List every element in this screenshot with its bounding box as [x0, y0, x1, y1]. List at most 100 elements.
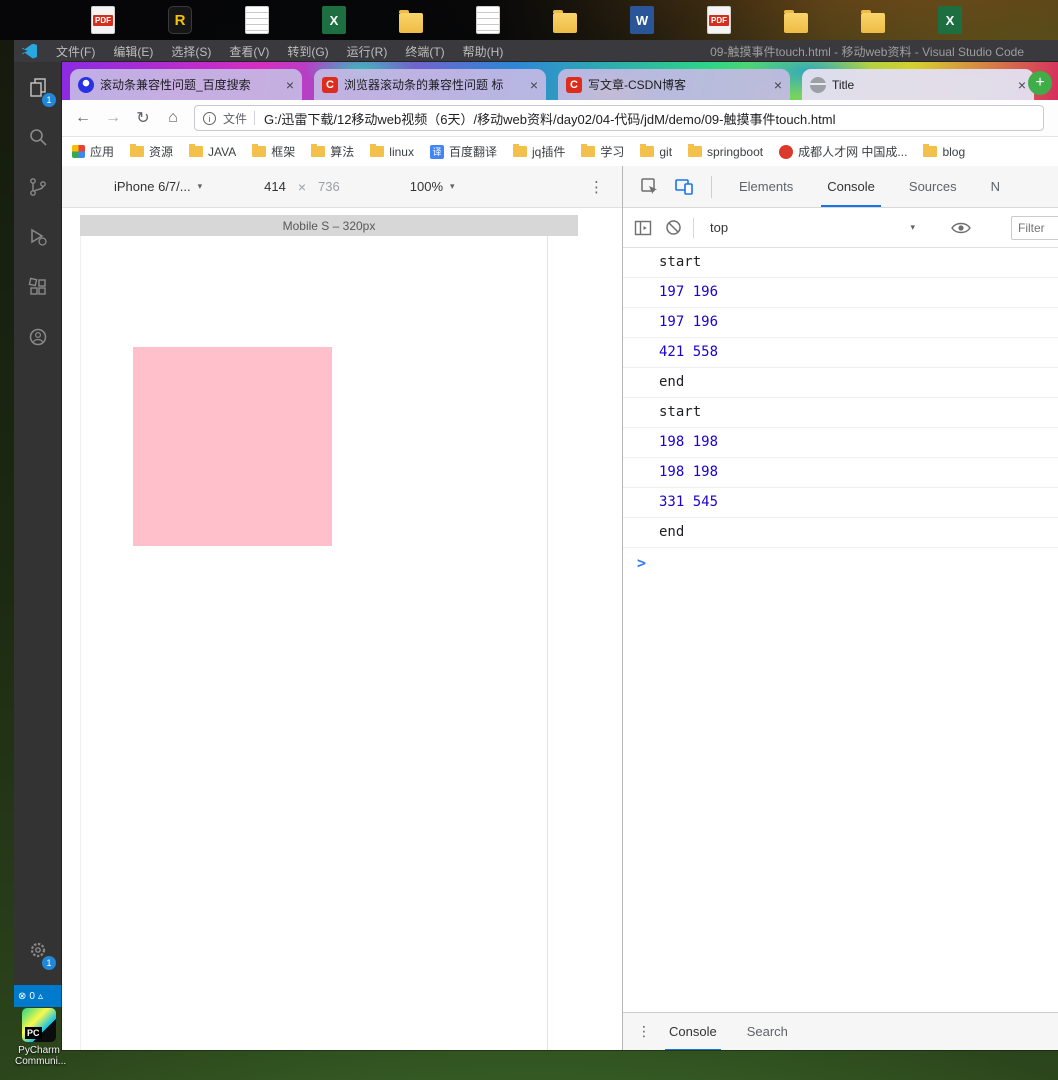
- search-button[interactable]: [14, 112, 62, 162]
- folder-icon: [513, 144, 527, 157]
- desktop-icon[interactable]: W: [627, 4, 657, 36]
- desktop-icon[interactable]: [242, 4, 272, 36]
- word-file-icon: W: [630, 6, 654, 34]
- responsive-ruler[interactable]: Mobile S – 320px: [80, 215, 578, 236]
- inspect-element-button[interactable]: [633, 177, 667, 197]
- menu-file[interactable]: 文件(F): [56, 43, 95, 60]
- tab-close-icon[interactable]: ×: [1018, 78, 1026, 92]
- desktop-icon[interactable]: X: [935, 4, 965, 36]
- console-filter-input[interactable]: [1011, 215, 1058, 240]
- inspect-icon: [641, 177, 657, 194]
- dimensions-times-icon: ×: [297, 178, 307, 195]
- desktop-icon[interactable]: PDF: [704, 4, 734, 36]
- folder-icon: [189, 144, 204, 157]
- source-control-button[interactable]: [14, 162, 62, 212]
- bookmark-item[interactable]: git: [640, 144, 672, 159]
- more-options-icon[interactable]: ⋮: [589, 178, 604, 196]
- menu-terminal[interactable]: 终端(T): [405, 43, 444, 60]
- folder-icon: [553, 10, 577, 33]
- vscode-statusbar[interactable]: ⊗ 0 ▵: [14, 985, 62, 1007]
- menu-edit[interactable]: 编辑(E): [113, 43, 153, 60]
- device-toolbar-toggle[interactable]: [667, 177, 701, 197]
- bookmark-translate[interactable]: 译百度翻译: [429, 143, 497, 160]
- tab-console[interactable]: Console: [821, 166, 881, 207]
- desktop-icon[interactable]: [550, 4, 580, 36]
- console-sidebar-toggle[interactable]: [633, 219, 653, 237]
- tab-close-icon[interactable]: ×: [286, 78, 294, 92]
- drawer-menu-icon[interactable]: ⋮: [637, 1023, 651, 1040]
- bookmark-item[interactable]: blog: [923, 144, 965, 159]
- menu-selection[interactable]: 选择(S): [171, 43, 211, 60]
- device-height-field[interactable]: 736: [318, 179, 340, 194]
- back-button[interactable]: ←: [68, 109, 98, 127]
- browser-tab-csdn-question[interactable]: C 浏览器滚动条的兼容性问题 标 ×: [314, 69, 546, 100]
- browser-tab-baidu[interactable]: 滚动条兼容性问题_百度搜索 ×: [70, 69, 302, 100]
- bookmark-item[interactable]: jq插件: [513, 143, 565, 160]
- desktop-icon[interactable]: X: [319, 4, 349, 36]
- drawer-tab-console[interactable]: Console: [665, 1013, 721, 1050]
- new-tab-button[interactable]: +: [1028, 71, 1052, 95]
- home-button[interactable]: ⌂: [158, 109, 188, 127]
- explorer-button[interactable]: 1: [14, 62, 62, 112]
- csdn-favicon: C: [322, 76, 338, 93]
- create-live-expression-button[interactable]: [951, 221, 971, 235]
- bookmark-jobsite[interactable]: 成都人才网 中国成...: [779, 143, 907, 160]
- desktop-icon-pycharm[interactable]: PC PyCharm Communi...: [15, 1008, 66, 1067]
- sidebar-icon: [634, 220, 652, 235]
- csdn-favicon: C: [566, 76, 582, 93]
- tab-sources[interactable]: Sources: [909, 166, 957, 207]
- touch-target-square[interactable]: [133, 347, 332, 546]
- desktop-icon[interactable]: [858, 4, 888, 36]
- extensions-button[interactable]: [14, 262, 62, 312]
- bookmark-item[interactable]: JAVA: [189, 144, 236, 159]
- explorer-badge: 1: [42, 93, 56, 107]
- address-scheme-label: 文件: [223, 111, 248, 126]
- app-icon: R: [168, 6, 192, 34]
- desktop-icon[interactable]: [396, 4, 426, 36]
- device-toolbar-icon: [675, 178, 693, 195]
- folder-icon: [252, 144, 267, 157]
- bookmark-item[interactable]: 资源: [130, 143, 173, 160]
- clear-console-button[interactable]: [663, 219, 683, 236]
- console-prompt[interactable]: >: [623, 548, 1058, 578]
- desktop-icon[interactable]: PDF: [88, 4, 118, 36]
- bookmark-item[interactable]: 框架: [252, 143, 295, 160]
- javascript-context-select[interactable]: top ▾: [710, 220, 915, 235]
- browser-tab-csdn-write[interactable]: C 写文章-CSDN博客 ×: [558, 69, 790, 100]
- console-message: 421 558: [623, 338, 1058, 368]
- bookmark-item[interactable]: springboot: [688, 144, 763, 159]
- bookmark-item[interactable]: linux: [370, 144, 414, 159]
- bookmark-apps[interactable]: 应用: [72, 143, 114, 160]
- reload-button[interactable]: ↻: [128, 108, 158, 128]
- tab-elements[interactable]: Elements: [739, 166, 793, 207]
- run-debug-button[interactable]: [14, 212, 62, 262]
- drawer-tab-search[interactable]: Search: [747, 1013, 788, 1051]
- menu-go[interactable]: 转到(G): [287, 43, 328, 60]
- menu-run[interactable]: 运行(R): [347, 43, 388, 60]
- page-right-edge: [547, 236, 548, 1050]
- search-icon: [30, 129, 47, 146]
- vscode-logo-icon: [22, 43, 37, 59]
- tab-network-truncated[interactable]: N: [991, 166, 1000, 207]
- tab-close-icon[interactable]: ×: [530, 78, 538, 92]
- account-button[interactable]: [14, 312, 62, 362]
- zoom-select[interactable]: 100% ▾: [410, 179, 455, 194]
- browser-tab-title-active[interactable]: Title ×: [802, 69, 1034, 100]
- bookmark-label: jq插件: [532, 145, 566, 159]
- menu-view[interactable]: 查看(V): [229, 43, 269, 60]
- manage-button[interactable]: 1: [14, 925, 62, 975]
- menu-help[interactable]: 帮助(H): [463, 43, 504, 60]
- tab-close-icon[interactable]: ×: [774, 78, 782, 92]
- forward-button[interactable]: →: [98, 109, 128, 127]
- desktop-icon[interactable]: R: [165, 4, 195, 36]
- address-bar[interactable]: i 文件 G:/迅雷下载/12移动web视频（6天）/移动web资料/day02…: [194, 105, 1044, 131]
- clear-icon: [665, 220, 681, 235]
- globe-favicon: [810, 76, 826, 93]
- bookmark-item[interactable]: 学习: [581, 143, 624, 160]
- desktop-icon[interactable]: [781, 4, 811, 36]
- device-select[interactable]: iPhone 6/7/... ▾: [114, 179, 202, 194]
- device-width-field[interactable]: 414: [264, 179, 286, 194]
- bookmark-item[interactable]: 算法: [311, 143, 354, 160]
- page-info-icon[interactable]: i: [203, 111, 216, 125]
- desktop-icon[interactable]: [473, 4, 503, 36]
